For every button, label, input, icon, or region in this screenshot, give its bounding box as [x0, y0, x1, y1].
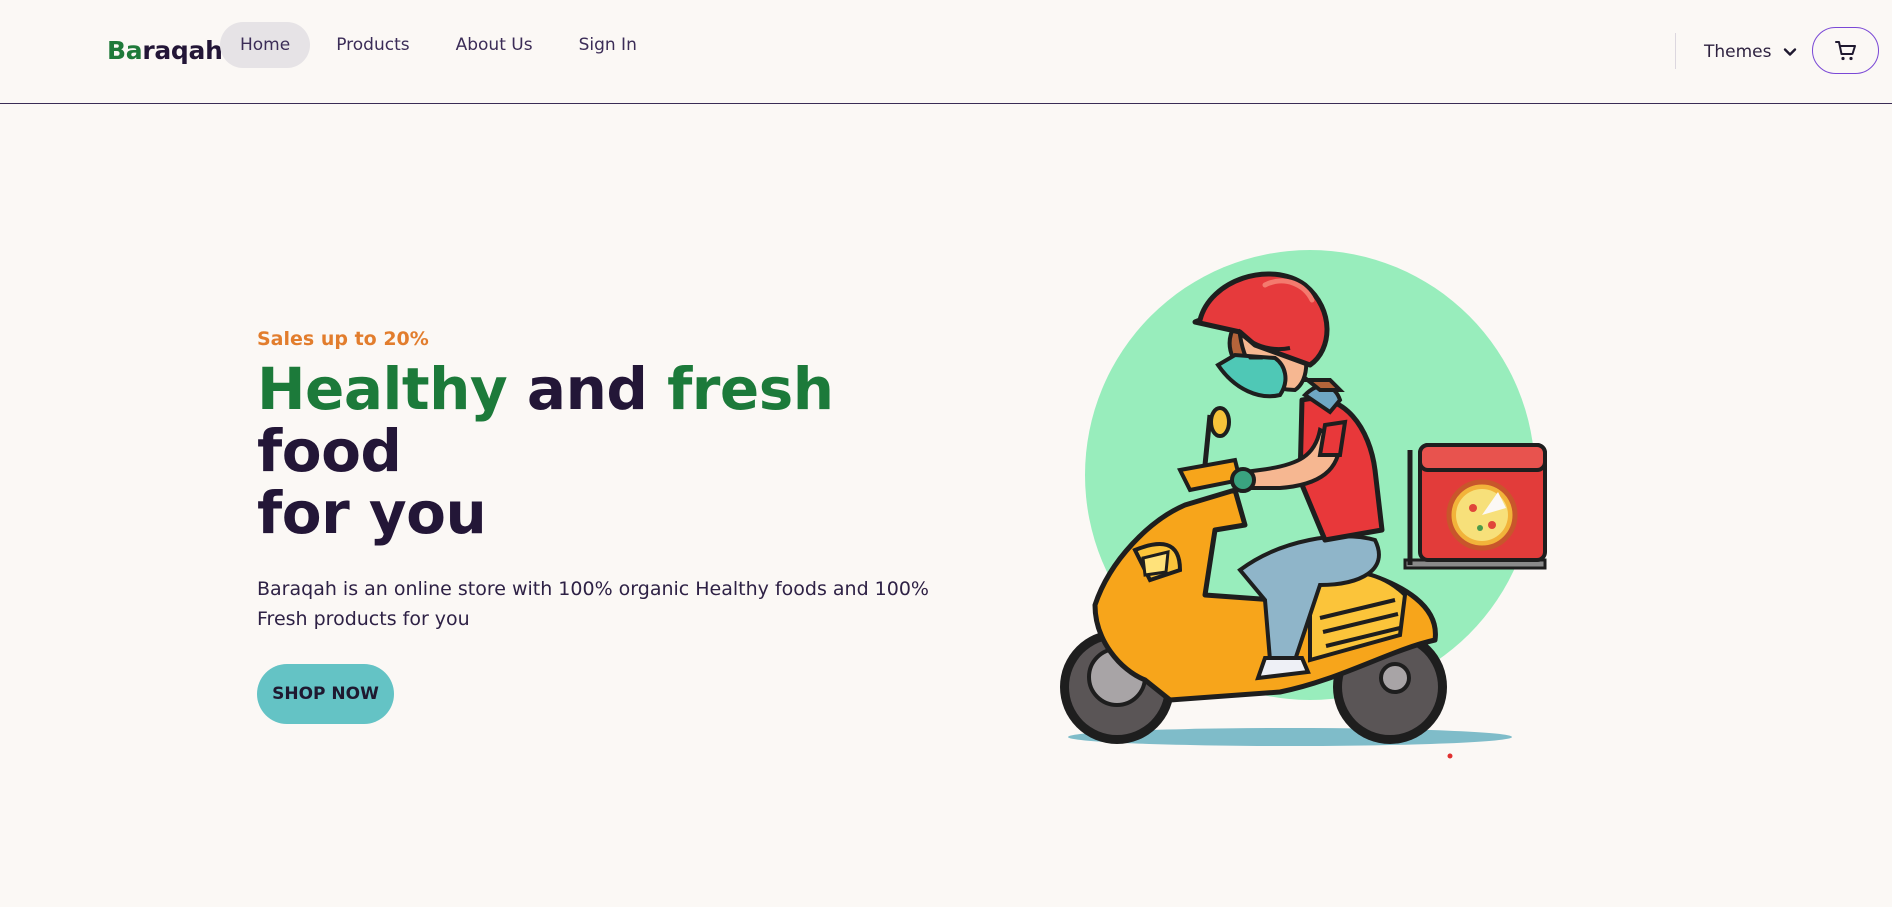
shopping-cart-icon	[1834, 40, 1856, 60]
hero-headline: Healthy and fresh food for you	[257, 355, 834, 547]
nav-item-products[interactable]: Products	[316, 22, 429, 68]
cart-button[interactable]	[1812, 27, 1879, 74]
themes-dropdown[interactable]: Themes	[1704, 36, 1798, 68]
delivery-scooter-illustration	[1040, 240, 1570, 770]
nav-item-about-us[interactable]: About Us	[436, 22, 553, 68]
main-nav: Home Products About Us Sign In	[220, 22, 663, 68]
shop-now-button[interactable]: SHOP NOW	[257, 664, 394, 724]
sales-tagline: Sales up to 20%	[257, 328, 429, 350]
hero-text: Sales up to 20% Healthy and fresh food fo…	[257, 328, 977, 724]
chevron-down-icon	[1783, 48, 1796, 56]
nav-item-home[interactable]: Home	[220, 22, 311, 68]
hero-description: Baraqah is an online store with 100% org…	[257, 578, 929, 630]
navbar: Baraqah Home Products About Us Sign In T…	[0, 0, 1892, 104]
nav-item-sign-in[interactable]: Sign In	[559, 22, 657, 68]
brand-logo[interactable]: Baraqah	[107, 36, 223, 65]
themes-label: Themes	[1704, 42, 1772, 62]
nav-divider	[1675, 33, 1676, 69]
